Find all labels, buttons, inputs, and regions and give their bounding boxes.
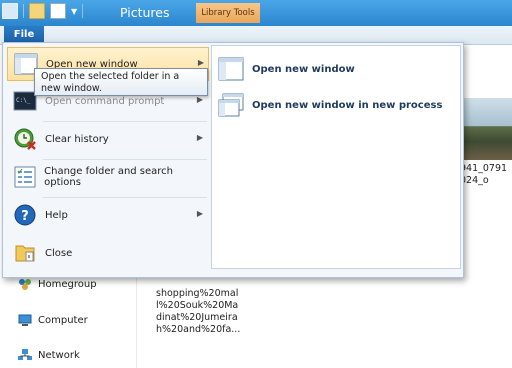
menu-separator: [43, 197, 207, 198]
svg-text:C:\_: C:\_: [16, 97, 31, 104]
submenu-arrow-icon: ▶: [197, 58, 204, 67]
help-icon: ?: [13, 203, 37, 227]
nav-item-label: Network: [38, 349, 80, 361]
menu-item-help[interactable]: ? Help ▶: [7, 199, 207, 231]
qat-dropdown-icon[interactable]: ▼: [71, 7, 77, 16]
clear-history-icon: [13, 127, 37, 151]
svg-text:?: ?: [21, 209, 29, 224]
submenu-arrow-icon: ▶: [196, 209, 203, 218]
menu-separator: [43, 159, 207, 160]
computer-icon: [18, 314, 32, 326]
nav-item-network[interactable]: Network: [18, 349, 80, 361]
menu-item-close[interactable]: Close: [7, 237, 207, 269]
qat-separator-2: [82, 4, 84, 18]
menu-item-label: Open command prompt: [45, 95, 165, 107]
contextual-tab-library-tools[interactable]: Library Tools: [196, 3, 260, 23]
window-title: Pictures: [120, 5, 170, 20]
submenu-panel: Open new window Open new window in new p…: [211, 45, 461, 269]
menu-item-label: Change folder and search options: [44, 166, 174, 188]
new-process-window-icon: [218, 93, 244, 117]
submenu-item-label: Open new window: [252, 63, 355, 75]
nav-item-homegroup[interactable]: Homegroup: [18, 278, 97, 290]
nav-item-computer[interactable]: Computer: [18, 314, 88, 326]
filename-line: 024_o: [460, 175, 489, 186]
properties-icon[interactable]: [50, 3, 66, 19]
submenu-arrow-icon: ▶: [196, 95, 203, 104]
image-thumbnail[interactable]: [460, 98, 512, 160]
network-icon: [18, 349, 32, 360]
filename-line: h%20and%20fa...: [156, 324, 241, 335]
filename-line: 941_0791: [460, 163, 508, 174]
folder-options-icon: [13, 165, 36, 189]
menu-item-clear-history[interactable]: Clear history ▶: [7, 123, 207, 155]
submenu-item-open-new-window-new-process[interactable]: Open new window in new process: [218, 90, 454, 120]
system-menu-icon[interactable]: [2, 3, 18, 19]
submenu-item-open-new-window[interactable]: Open new window: [218, 54, 454, 84]
thumbnail-filename: 941_0791 024_o: [460, 163, 512, 187]
file-item-label[interactable]: shopping%20mal l%20Souk%20Ma dinat%20Jum…: [156, 288, 276, 336]
menu-separator: [43, 121, 207, 122]
submenu-arrow-icon: ▶: [196, 133, 203, 142]
filename-line: shopping%20mal: [156, 288, 239, 299]
filename-line: dinat%20Jumeira: [156, 312, 238, 323]
close-folder-icon: [13, 241, 37, 265]
quick-access-toolbar: ▼: [2, 3, 84, 19]
new-window-icon: [218, 57, 244, 81]
menu-item-label: Clear history: [45, 133, 109, 145]
submenu-item-label: Open new window in new process: [252, 99, 443, 111]
new-folder-icon[interactable]: [29, 3, 45, 19]
homegroup-icon: [19, 279, 31, 290]
title-bar: ▼ Pictures Library Tools: [0, 0, 512, 26]
nav-item-label: Homegroup: [38, 278, 97, 290]
menu-item-change-folder-options[interactable]: Change folder and search options: [7, 161, 207, 193]
nav-item-label: Computer: [38, 314, 88, 326]
qat-separator: [23, 4, 24, 18]
menu-item-label: Close: [45, 247, 73, 259]
menu-item-label: Help: [45, 209, 68, 221]
filename-line: l%20Souk%20Ma: [156, 300, 239, 311]
tooltip: Open the selected folder in a new window…: [34, 68, 208, 96]
